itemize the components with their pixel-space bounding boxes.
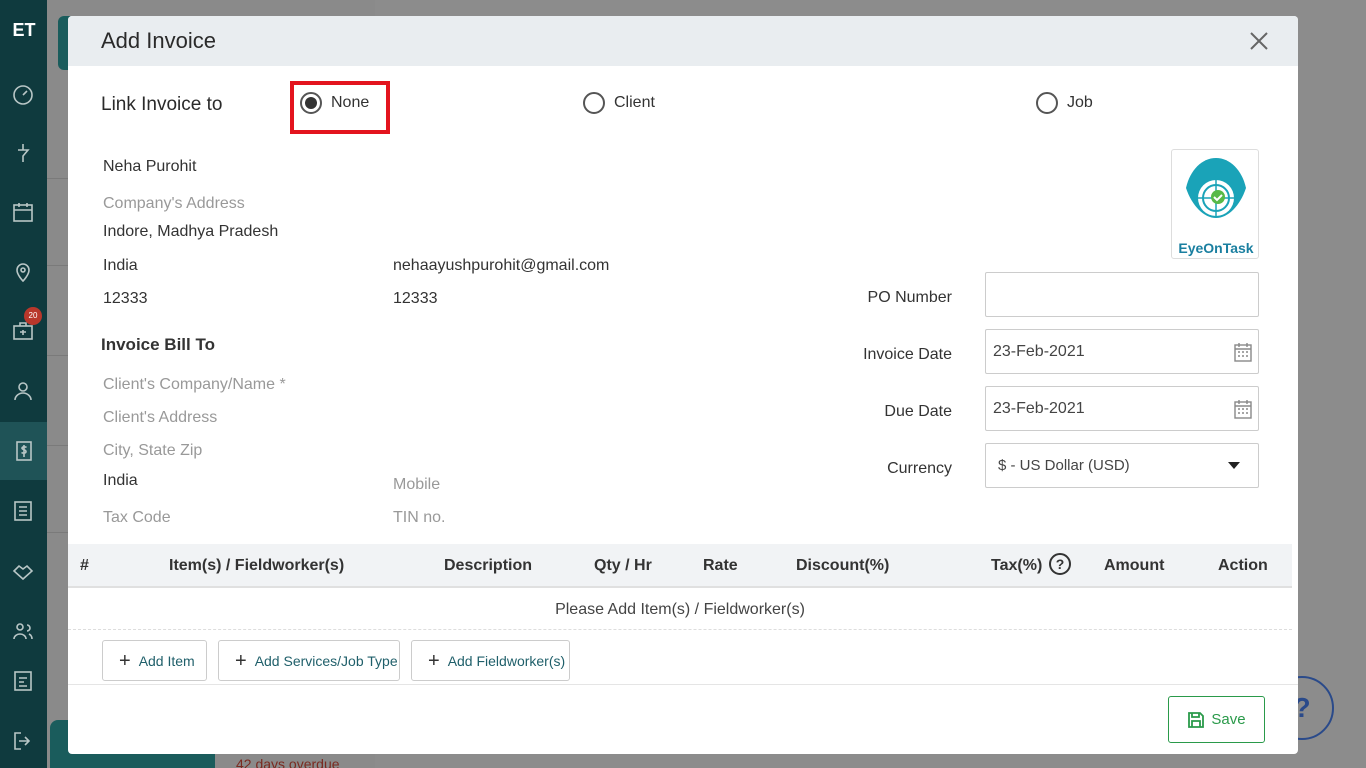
plus-icon: +	[119, 649, 131, 672]
due-date-label: Due Date	[884, 403, 952, 420]
modal-footer-divider	[68, 684, 1298, 685]
radio-job[interactable]: Job	[1036, 92, 1093, 114]
col-header-tax: Tax(%)	[991, 557, 1043, 574]
items-table-header: # Item(s) / Fieldworker(s) Description Q…	[68, 544, 1292, 588]
col-header-action: Action	[1218, 557, 1268, 574]
due-date-input[interactable]: 23-Feb-2021	[985, 386, 1259, 431]
invoice-date-value: 23-Feb-2021	[993, 343, 1085, 360]
modal-header: Add Invoice	[68, 16, 1298, 66]
link-invoice-label: Link Invoice to	[101, 94, 223, 115]
reports-icon[interactable]	[8, 666, 38, 696]
calendar-icon[interactable]	[1234, 342, 1252, 362]
user-icon[interactable]	[8, 376, 38, 406]
company-email: nehaayushpurohit@gmail.com	[393, 257, 610, 274]
client-country-input[interactable]: India	[103, 472, 138, 490]
add-fieldworker-button[interactable]: + Add Fieldworker(s)	[411, 640, 570, 681]
col-header-discount: Discount(%)	[796, 557, 890, 574]
help-circle-icon[interactable]: ?	[1049, 553, 1071, 575]
bill-to-heading: Invoice Bill To	[101, 335, 215, 354]
eyeontask-logo-icon	[1186, 158, 1246, 218]
add-invoice-modal: Add Invoice Link Invoice to None Client …	[68, 16, 1298, 754]
add-fieldworker-label: Add Fieldworker(s)	[447, 652, 566, 669]
save-icon	[1188, 711, 1205, 728]
plus-icon: +	[235, 649, 247, 672]
company-country: India	[103, 257, 138, 274]
po-number-input[interactable]	[985, 272, 1259, 317]
dashboard-icon[interactable]	[8, 80, 38, 110]
invoice-date-input[interactable]: 23-Feb-2021	[985, 329, 1259, 374]
background-overdue-text: 42 days overdue	[236, 756, 340, 768]
notification-badge: 20	[24, 307, 42, 325]
tax-code-input[interactable]: Tax Code	[103, 509, 171, 527]
client-name-input[interactable]: Client's Company/Name *	[103, 376, 286, 394]
radio-job-label: Job	[1067, 94, 1093, 111]
add-services-button[interactable]: + Add Services/Job Type	[218, 640, 400, 681]
currency-select[interactable]: $ - US Dollar (USD)	[985, 443, 1259, 488]
save-label: Save	[1211, 711, 1246, 728]
invoice-dollar-icon[interactable]	[0, 422, 47, 480]
save-button[interactable]: Save	[1168, 696, 1265, 743]
add-item-button[interactable]: + Add Item	[102, 640, 207, 681]
col-header-items: Item(s) / Fieldworker(s)	[169, 557, 345, 574]
chevron-down-icon	[1228, 462, 1240, 469]
plus-icon: +	[428, 649, 440, 672]
col-header-qty: Qty / Hr	[594, 557, 652, 574]
company-brand-name: EyeOnTask	[1178, 240, 1254, 256]
close-icon	[1250, 32, 1268, 50]
users-icon[interactable]	[8, 616, 38, 646]
calendar-icon[interactable]	[1234, 399, 1252, 419]
add-services-label: Add Services/Job Type	[254, 652, 398, 669]
invoice-date-label: Invoice Date	[863, 346, 952, 363]
close-button[interactable]	[1246, 28, 1272, 54]
logout-icon[interactable]	[8, 726, 38, 756]
radio-job-circle[interactable]	[1036, 92, 1058, 114]
company-zip: 12333	[103, 290, 148, 307]
map-pin-icon[interactable]	[8, 257, 38, 287]
app-logo: ET	[12, 20, 36, 40]
due-date-value: 23-Feb-2021	[993, 400, 1085, 417]
po-number-label: PO Number	[867, 289, 952, 306]
list-icon[interactable]	[8, 496, 38, 526]
radio-client-circle[interactable]	[583, 92, 605, 114]
company-address-placeholder: Company's Address	[103, 195, 245, 212]
company-name: Neha Purohit	[103, 158, 197, 175]
company-phone: 12333	[393, 290, 438, 307]
radio-client-label: Client	[614, 94, 655, 111]
mobile-input[interactable]: Mobile	[393, 476, 440, 494]
modal-title: Add Invoice	[101, 28, 216, 53]
col-header-description: Description	[444, 557, 533, 574]
col-header-index: #	[80, 557, 89, 574]
col-header-amount: Amount	[1104, 557, 1165, 574]
selection-highlight-box	[290, 81, 390, 134]
radio-client[interactable]: Client	[583, 92, 655, 114]
tin-input[interactable]: TIN no.	[393, 509, 445, 527]
company-logo: EyeOnTask	[1171, 149, 1259, 259]
currency-label: Currency	[887, 460, 952, 477]
currency-value: $ - US Dollar (USD)	[998, 457, 1130, 474]
calendar-icon[interactable]	[8, 197, 38, 227]
city-state-zip-input[interactable]: City, State Zip	[103, 442, 202, 460]
add-item-label: Add Item	[138, 652, 195, 669]
funnel-icon[interactable]	[8, 138, 38, 168]
app-sidebar: ET 20	[0, 0, 47, 768]
items-empty-message: Please Add Item(s) / Fieldworker(s)	[68, 590, 1292, 630]
handshake-icon[interactable]	[8, 556, 38, 586]
company-city-state: Indore, Madhya Pradesh	[103, 223, 279, 240]
client-address-input[interactable]: Client's Address	[103, 409, 217, 427]
col-header-rate: Rate	[703, 557, 738, 574]
